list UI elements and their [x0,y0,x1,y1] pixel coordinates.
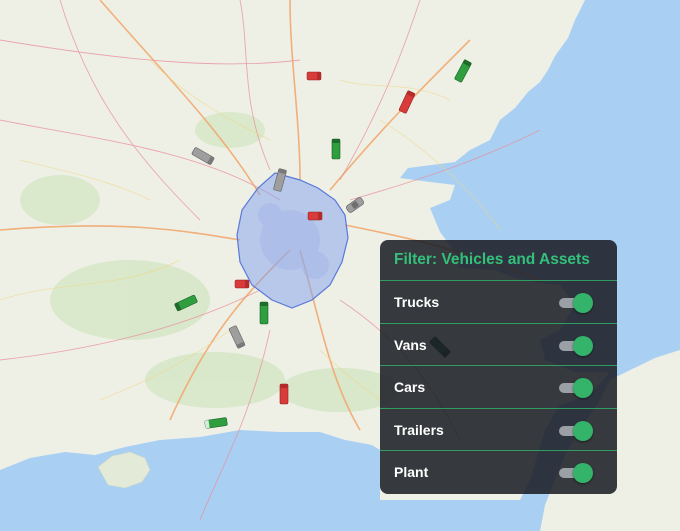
vehicle-green-truck-2[interactable] [331,138,341,160]
filter-row-cars: Cars [380,366,617,409]
vehicle-red-van-3[interactable] [234,279,250,289]
toggle-knob [573,378,593,398]
filter-label-plant: Plant [394,464,429,480]
filter-row-trucks: Trucks [380,281,617,324]
toggle-knob [573,420,593,441]
filter-panel-title: Filter: Vehicles and Assets [380,240,617,281]
trucks-toggle[interactable] [559,293,593,313]
vehicle-red-van-2[interactable] [307,211,323,221]
filter-row-vans: Vans [380,324,617,366]
toggle-knob [573,463,593,483]
vehicle-red-van-1[interactable] [306,71,322,81]
trailers-toggle[interactable] [559,420,593,441]
filter-label-cars: Cars [394,379,426,395]
filter-row-plant: Plant [380,451,617,494]
vans-toggle[interactable] [559,335,593,356]
filter-row-trailers: Trailers [380,409,617,451]
cars-toggle[interactable] [559,378,593,398]
filter-label-vans: Vans [394,336,427,353]
fleet-map-app: Filter: Vehicles and Assets Trucks Vans … [0,0,680,531]
plant-toggle[interactable] [559,463,593,483]
vehicle-green-truck-4[interactable] [259,301,269,325]
toggle-knob [573,293,593,313]
filter-label-trucks: Trucks [394,294,440,310]
toggle-knob [573,335,593,356]
filter-label-trailers: Trailers [394,421,444,438]
vehicle-red-truck-2[interactable] [279,383,289,405]
filter-panel: Filter: Vehicles and Assets Trucks Vans … [380,240,617,494]
